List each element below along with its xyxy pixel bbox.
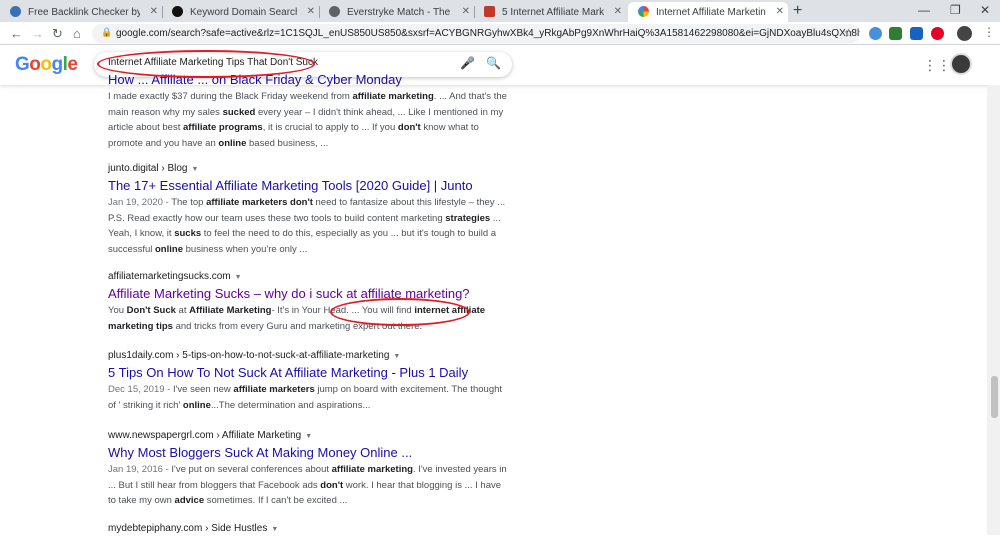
result-snippet: Jan 19, 2016 - I've put on several confe…: [108, 464, 507, 506]
search-input[interactable]: [108, 57, 438, 68]
tab-keyword-domain[interactable]: Keyword Domain Search » Expired ✕: [162, 2, 319, 22]
list-item: plus1daily.com › 5-tips-on-how-to-not-su…: [108, 350, 508, 413]
menu-kebab-icon[interactable]: ⋮: [983, 25, 996, 39]
result-snippet: Jan 19, 2020 - The top affiliate markete…: [108, 197, 506, 255]
microphone-icon[interactable]: 🎤: [460, 56, 475, 70]
result-title[interactable]: 5 Tips On How To Not Suck At Affiliate M…: [108, 364, 508, 382]
search-icon[interactable]: 🔍: [486, 56, 501, 70]
tab-ahrefs[interactable]: Free Backlink Checker by Ahrefs ✕: [0, 2, 162, 22]
site-favicon-icon: [484, 6, 495, 17]
close-tab-icon[interactable]: ✕: [462, 6, 470, 17]
close-tab-icon[interactable]: ✕: [307, 6, 315, 17]
address-bar[interactable]: 🔒 google.com/search?safe=active&rlz=1C1S…: [92, 24, 860, 43]
keyword-favicon-icon: [172, 6, 183, 17]
close-tab-icon[interactable]: ✕: [776, 6, 784, 17]
chevron-down-icon[interactable]: ▼: [305, 433, 312, 440]
shield-extension-icon[interactable]: [889, 27, 902, 40]
lock-icon: 🔒: [101, 27, 113, 37]
browser-toolbar: ← → ↻ ⌂ 🔒 google.com/search?safe=active&…: [0, 22, 1000, 45]
forward-arrow-icon[interactable]: →: [31, 26, 44, 41]
tab-label: 5 Internet Affiliate Marketing Tips: [502, 7, 604, 18]
result-url: www.newspapergrl.com › Affiliate Marketi…: [108, 430, 313, 441]
list-item: junto.digital › Blog ▼ The 17+ Essential …: [108, 163, 508, 257]
result-snippet: You Don't Suck at Affiliate Marketing- I…: [108, 305, 486, 332]
pinterest-icon[interactable]: [931, 27, 944, 40]
tab-label: Everstryke Match - The Official Po: [347, 7, 452, 18]
google-logo[interactable]: Google: [15, 54, 78, 76]
result-snippet: I made exactly $37 during the Black Frid…: [108, 91, 507, 149]
globe-icon: [329, 6, 340, 17]
tab-google-search[interactable]: Internet Affiliate Marketing Tips T ✕: [628, 2, 788, 22]
new-tab-button[interactable]: +: [793, 2, 802, 20]
result-url: junto.digital › Blog ▼: [108, 163, 199, 174]
chevron-down-icon[interactable]: ▼: [192, 166, 199, 173]
close-tab-icon[interactable]: ✕: [614, 6, 622, 17]
square-extension-icon[interactable]: [910, 27, 923, 40]
back-arrow-icon[interactable]: ←: [10, 26, 23, 41]
bookmark-star-icon[interactable]: ☆: [843, 26, 854, 40]
maximize-icon[interactable]: ❐: [950, 3, 961, 17]
chevron-down-icon[interactable]: ▼: [235, 274, 242, 281]
list-item: www.newspapergrl.com › Affiliate Marketi…: [108, 430, 508, 509]
result-title[interactable]: How ... Affiliate ... on Black Friday & …: [108, 71, 508, 89]
result-title[interactable]: Why Most Bloggers Suck At Making Money O…: [108, 444, 508, 462]
profile-avatar[interactable]: [957, 26, 972, 41]
scrollbar-thumb[interactable]: [991, 376, 998, 418]
chevron-down-icon[interactable]: ▼: [393, 353, 400, 360]
reload-icon[interactable]: ↻: [52, 26, 63, 42]
home-icon[interactable]: ⌂: [73, 26, 81, 41]
result-snippet: Dec 15, 2019 - I've seen new affiliate m…: [108, 384, 503, 411]
chevron-down-icon[interactable]: ▼: [271, 526, 278, 533]
google-favicon-icon: [638, 6, 649, 17]
result-title[interactable]: The 17+ Essential Affiliate Marketing To…: [108, 177, 508, 195]
tab-affiliate-tips[interactable]: 5 Internet Affiliate Marketing Tips ✕: [474, 2, 626, 22]
result-title[interactable]: Affiliate Marketing Sucks – why do i suc…: [108, 285, 508, 303]
cloud-extension-icon[interactable]: [869, 27, 882, 40]
tab-everstryke[interactable]: Everstryke Match - The Official Po ✕: [319, 2, 474, 22]
minimize-icon[interactable]: —: [918, 3, 930, 17]
tab-label: Keyword Domain Search » Expired: [190, 7, 297, 18]
list-item: affiliatemarketingsucks.com ▼ Affiliate M…: [108, 271, 508, 334]
avatar[interactable]: [950, 53, 972, 75]
result-url: plus1daily.com › 5-tips-on-how-to-not-su…: [108, 350, 401, 361]
result-url: affiliatemarketingsucks.com ▼: [108, 271, 242, 282]
scrollbar-track[interactable]: [987, 85, 1000, 535]
tab-label: Free Backlink Checker by Ahrefs: [28, 7, 140, 18]
tab-strip: Free Backlink Checker by Ahrefs ✕ Keywor…: [0, 0, 1000, 22]
close-window-icon[interactable]: ✕: [980, 3, 990, 17]
list-item: How ... Affiliate ... on Black Friday & …: [108, 71, 508, 151]
url-text: google.com/search?safe=active&rlz=1C1SQJ…: [116, 28, 860, 39]
tab-label: Internet Affiliate Marketing Tips T: [656, 7, 766, 18]
ahrefs-favicon-icon: [10, 6, 21, 17]
close-tab-icon[interactable]: ✕: [150, 6, 158, 17]
